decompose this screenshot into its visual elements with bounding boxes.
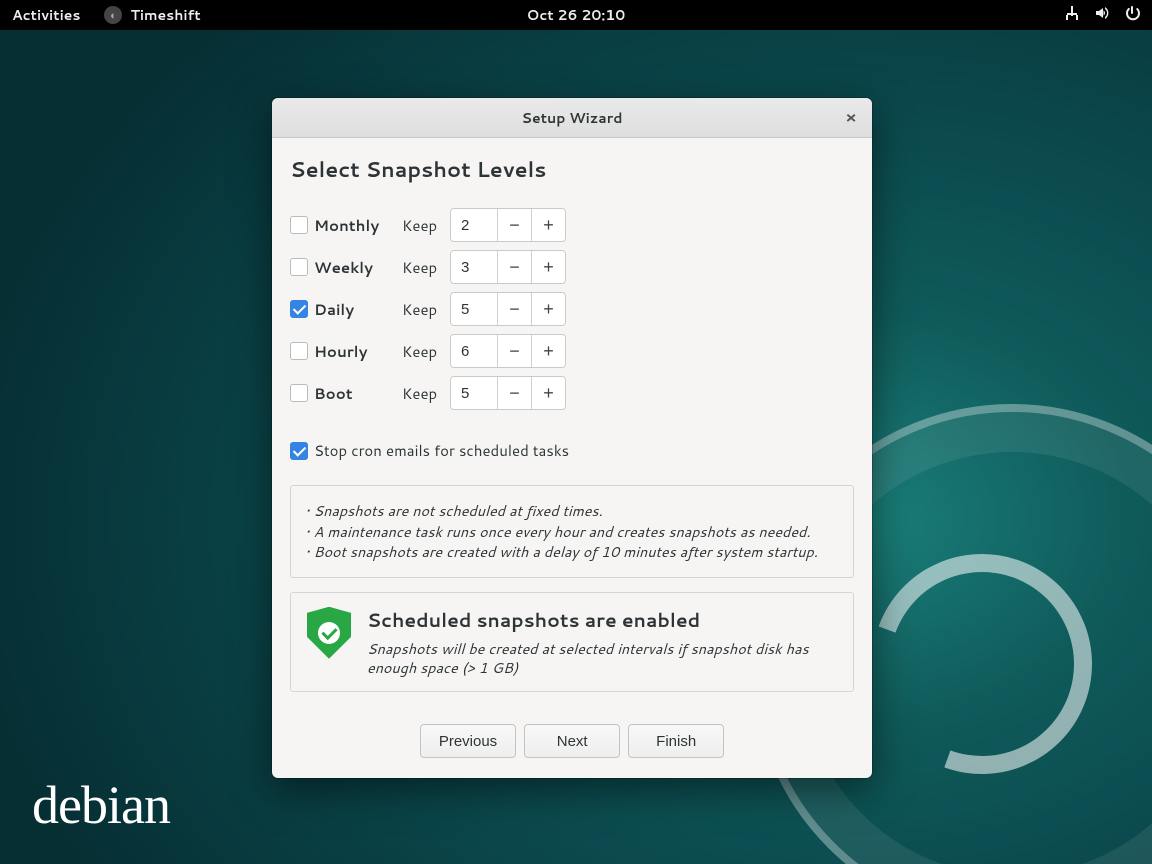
level-label: Monthly — [314, 215, 402, 236]
info-line: • Snapshots are not scheduled at fixed t… — [305, 501, 839, 521]
next-button[interactable]: Next — [524, 724, 620, 758]
info-box: • Snapshots are not scheduled at fixed t… — [290, 485, 854, 578]
keep-input[interactable] — [451, 293, 497, 325]
status-title: Scheduled snapshots are enabled — [367, 607, 837, 634]
keep-spinner-hourly: −+ — [450, 334, 566, 368]
keep-spinner-boot: −+ — [450, 376, 566, 410]
window-title: Setup Wizard — [522, 108, 623, 128]
level-label: Daily — [314, 299, 402, 320]
titlebar: Setup Wizard × — [272, 98, 872, 138]
increment-button[interactable]: + — [531, 251, 565, 283]
decrement-button[interactable]: − — [497, 293, 531, 325]
increment-button[interactable]: + — [531, 335, 565, 367]
app-menu[interactable]: ◐ Timeshift — [104, 5, 200, 25]
top-panel: Activities ◐ Timeshift Oct 26 20:10 — [0, 0, 1152, 30]
level-checkbox-boot[interactable] — [290, 384, 308, 402]
app-menu-label: Timeshift — [130, 5, 200, 25]
level-row-hourly: HourlyKeep−+ — [290, 330, 854, 372]
increment-button[interactable]: + — [531, 209, 565, 241]
finish-button[interactable]: Finish — [628, 724, 724, 758]
level-checkbox-hourly[interactable] — [290, 342, 308, 360]
decrement-button[interactable]: − — [497, 335, 531, 367]
previous-button[interactable]: Previous — [420, 724, 516, 758]
debian-logo: debian — [32, 774, 170, 836]
shield-ok-icon — [307, 607, 351, 659]
close-icon[interactable]: × — [840, 107, 862, 129]
page-heading: Select Snapshot Levels — [290, 154, 854, 184]
status-detail: Snapshots will be created at selected in… — [367, 640, 837, 678]
keep-input[interactable] — [451, 251, 497, 283]
keep-label: Keep — [402, 299, 450, 320]
keep-input[interactable] — [451, 335, 497, 367]
stop-cron-checkbox[interactable] — [290, 442, 308, 460]
level-row-boot: BootKeep−+ — [290, 372, 854, 414]
keep-label: Keep — [402, 341, 450, 362]
activities-button[interactable]: Activities — [12, 5, 80, 25]
timeshift-icon: ◐ — [104, 6, 122, 24]
level-label: Boot — [314, 383, 402, 404]
level-checkbox-monthly[interactable] — [290, 216, 308, 234]
level-checkbox-daily[interactable] — [290, 300, 308, 318]
info-line: • Boot snapshots are created with a dela… — [305, 542, 839, 562]
keep-spinner-daily: −+ — [450, 292, 566, 326]
wallpaper-swirl-inner — [836, 518, 1128, 810]
keep-input[interactable] — [451, 209, 497, 241]
clock[interactable]: Oct 26 20:10 — [527, 5, 626, 25]
increment-button[interactable]: + — [531, 377, 565, 409]
status-box: Scheduled snapshots are enabled Snapshot… — [290, 592, 854, 693]
keep-spinner-monthly: −+ — [450, 208, 566, 242]
volume-icon[interactable] — [1094, 5, 1110, 26]
level-row-monthly: MonthlyKeep−+ — [290, 204, 854, 246]
decrement-button[interactable]: − — [497, 209, 531, 241]
increment-button[interactable]: + — [531, 293, 565, 325]
keep-label: Keep — [402, 257, 450, 278]
power-icon[interactable] — [1124, 5, 1140, 26]
wizard-buttons: Previous Next Finish — [290, 710, 854, 778]
keep-spinner-weekly: −+ — [450, 250, 566, 284]
stop-cron-label[interactable]: Stop cron emails for scheduled tasks — [314, 440, 569, 461]
level-label: Weekly — [314, 257, 402, 278]
decrement-button[interactable]: − — [497, 377, 531, 409]
level-checkbox-weekly[interactable] — [290, 258, 308, 276]
decrement-button[interactable]: − — [497, 251, 531, 283]
setup-wizard-dialog: Setup Wizard × Select Snapshot Levels Mo… — [272, 98, 872, 778]
keep-label: Keep — [402, 383, 450, 404]
level-label: Hourly — [314, 341, 402, 362]
level-row-daily: DailyKeep−+ — [290, 288, 854, 330]
keep-input[interactable] — [451, 377, 497, 409]
network-icon[interactable] — [1064, 5, 1080, 26]
keep-label: Keep — [402, 215, 450, 236]
info-line: • A maintenance task runs once every hou… — [305, 522, 839, 542]
level-row-weekly: WeeklyKeep−+ — [290, 246, 854, 288]
